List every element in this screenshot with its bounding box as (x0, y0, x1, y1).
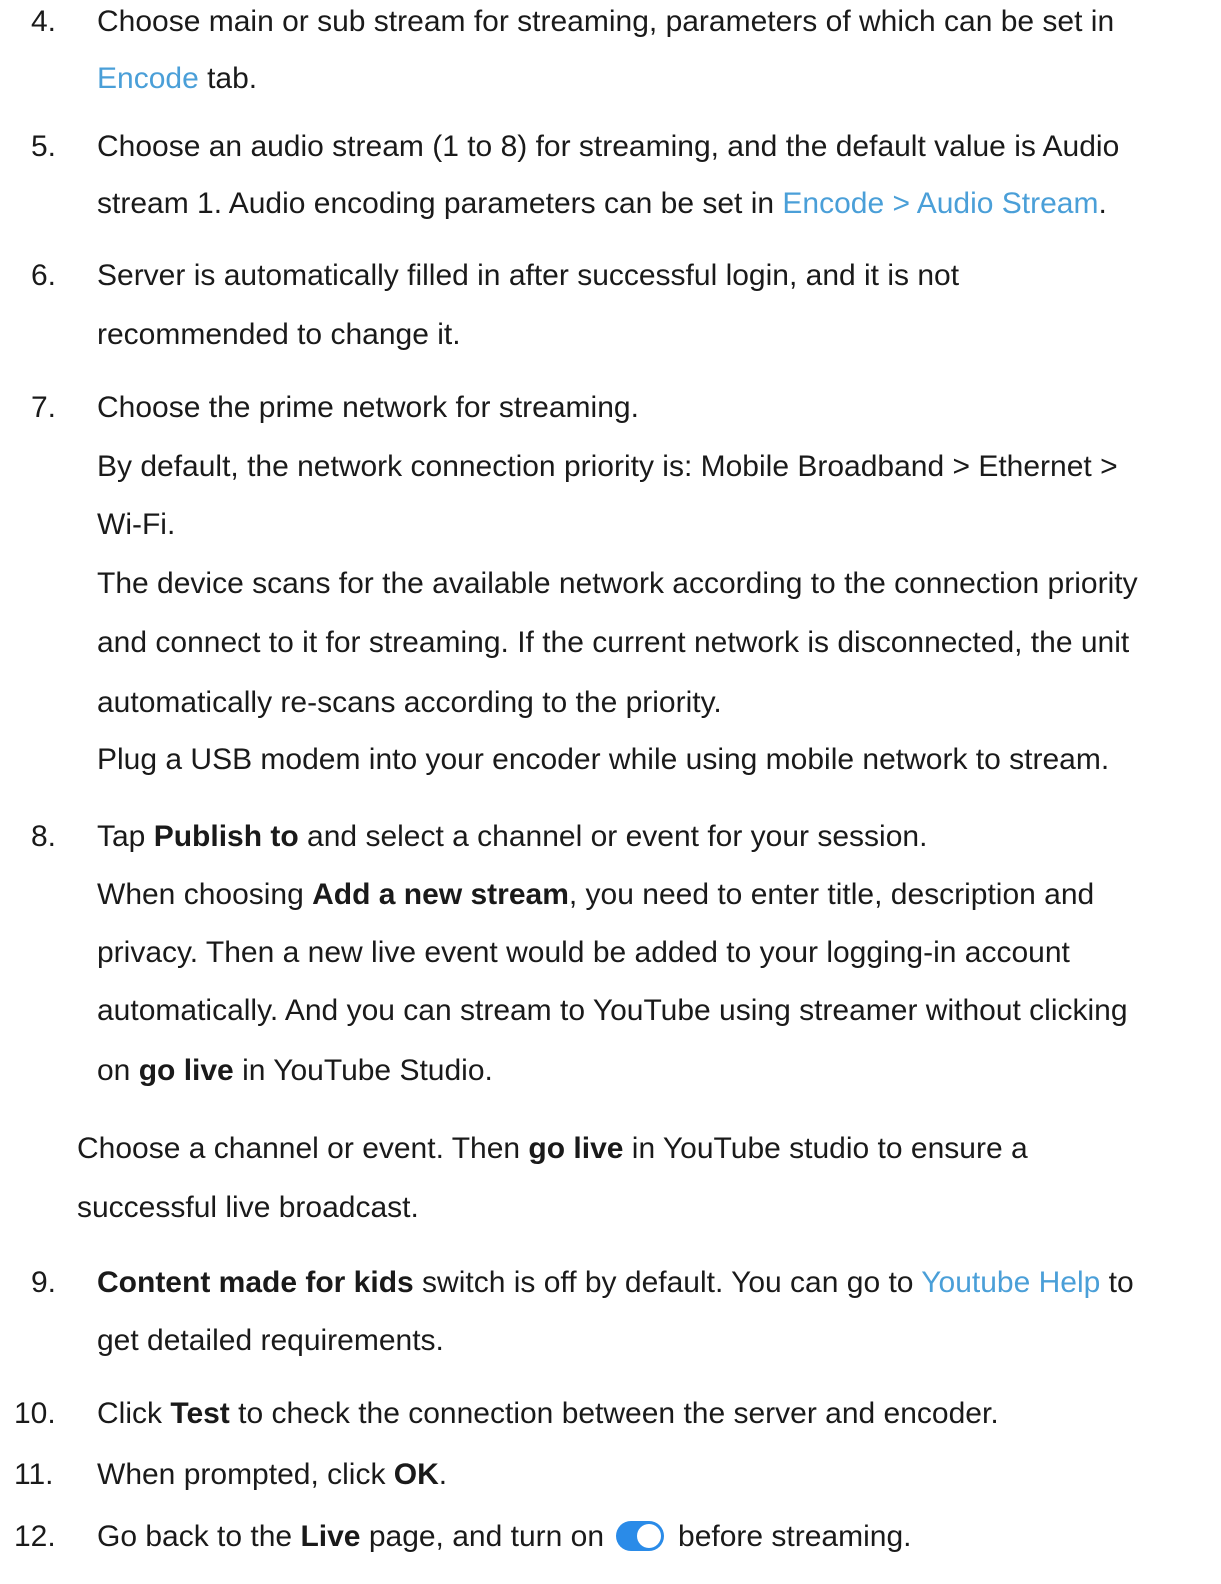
step-text: privacy. Then a new live event would be … (97, 936, 1070, 969)
step-number: 12. (14, 1520, 56, 1553)
step-text: Choose the prime network for streaming. (97, 391, 639, 424)
step-text: and connect to it for streaming. If the … (97, 626, 1130, 659)
encode-audio-stream-link[interactable]: Encode > Audio Stream (782, 187, 1098, 220)
step-number: 6. (31, 259, 57, 292)
encode-link[interactable]: Encode (97, 62, 199, 95)
step-text: Click Test to check the connection betwe… (97, 1397, 999, 1430)
step-text: on go live in YouTube Studio. (97, 1054, 493, 1087)
youtube-help-link[interactable]: Youtube Help (921, 1266, 1100, 1299)
step-number: 8. (31, 820, 57, 853)
step-text: When choosing Add a new stream, you need… (97, 878, 1095, 911)
step-text: The device scans for the available netwo… (97, 567, 1138, 600)
step-number: 11. (14, 1458, 54, 1491)
note-text: successful live broadcast. (77, 1191, 419, 1224)
step-text: automatically re-scans according to the … (97, 686, 722, 719)
step-text: get detailed requirements. (97, 1324, 444, 1357)
step-number: 9. (31, 1266, 57, 1299)
step-text: recommended to change it. (97, 318, 461, 351)
step-text: By default, the network connection prior… (97, 450, 1118, 483)
step-text: Plug a USB modem into your encoder while… (97, 743, 1110, 776)
toggle-switch-on-icon (616, 1521, 665, 1551)
step-text: Server is automatically filled in after … (97, 259, 960, 292)
step-number: 4. (31, 5, 57, 38)
step-text: Choose main or sub stream for streaming,… (97, 5, 1115, 38)
step-text: Encode tab. (97, 62, 258, 95)
step-text: Tap Publish to and select a channel or e… (97, 820, 928, 853)
step-number: 10. (14, 1397, 56, 1430)
step-text: When prompted, click OK. (97, 1458, 448, 1491)
step-text: automatically. And you can stream to You… (97, 994, 1128, 1027)
step-number: 5. (31, 130, 57, 163)
step-text: stream 1. Audio encoding parameters can … (97, 187, 1107, 220)
step-text: Choose an audio stream (1 to 8) for stre… (97, 130, 1120, 163)
step-text: Content made for kids switch is off by d… (97, 1266, 1134, 1299)
note-text: Choose a channel or event. Then go live … (77, 1132, 1028, 1165)
step-number: 7. (31, 391, 57, 424)
step-text: Wi-Fi. (97, 508, 176, 541)
step-text: Go back to the Live page, and turn on bef… (97, 1520, 912, 1553)
